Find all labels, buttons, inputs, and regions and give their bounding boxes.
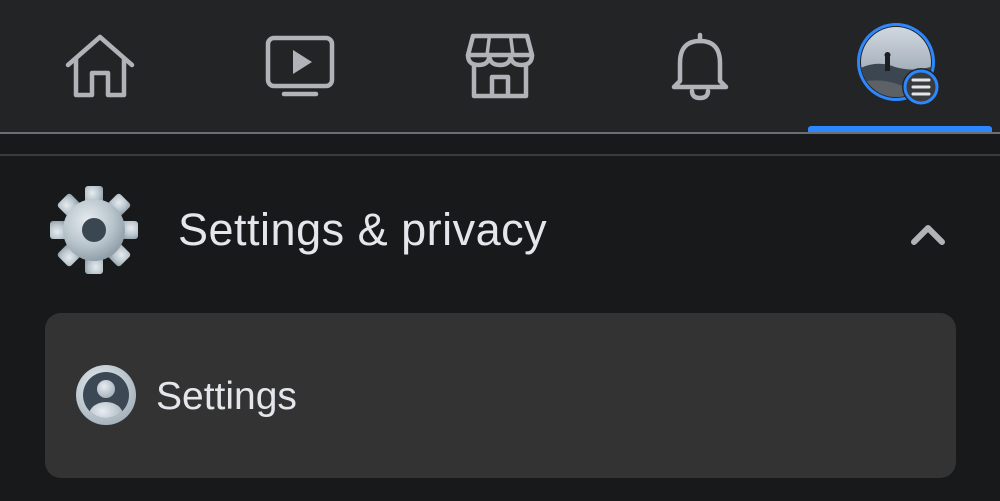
- video-play-icon: [265, 35, 335, 97]
- section-divider: [0, 154, 1000, 156]
- storefront-icon: [465, 33, 535, 99]
- nav-tab-home[interactable]: [0, 0, 200, 132]
- top-navigation-bar: [0, 0, 1000, 133]
- nav-tab-marketplace[interactable]: [400, 0, 600, 132]
- gear-icon: [48, 184, 140, 276]
- chevron-up-icon[interactable]: [906, 216, 950, 250]
- settings-menu-item[interactable]: Settings: [45, 313, 956, 478]
- settings-label: Settings: [156, 375, 297, 418]
- profile-avatar-menu-icon: [855, 21, 945, 111]
- nav-tab-watch[interactable]: [200, 0, 400, 132]
- nav-tab-notifications[interactable]: [600, 0, 800, 132]
- home-icon: [64, 33, 136, 99]
- nav-tab-menu[interactable]: [800, 0, 1000, 132]
- user-circle-icon: [74, 363, 138, 427]
- settings-privacy-section-header[interactable]: Settings & privacy: [0, 160, 1000, 300]
- section-title: Settings & privacy: [178, 204, 548, 255]
- topbar-divider: [0, 132, 1000, 134]
- bell-icon: [668, 31, 732, 101]
